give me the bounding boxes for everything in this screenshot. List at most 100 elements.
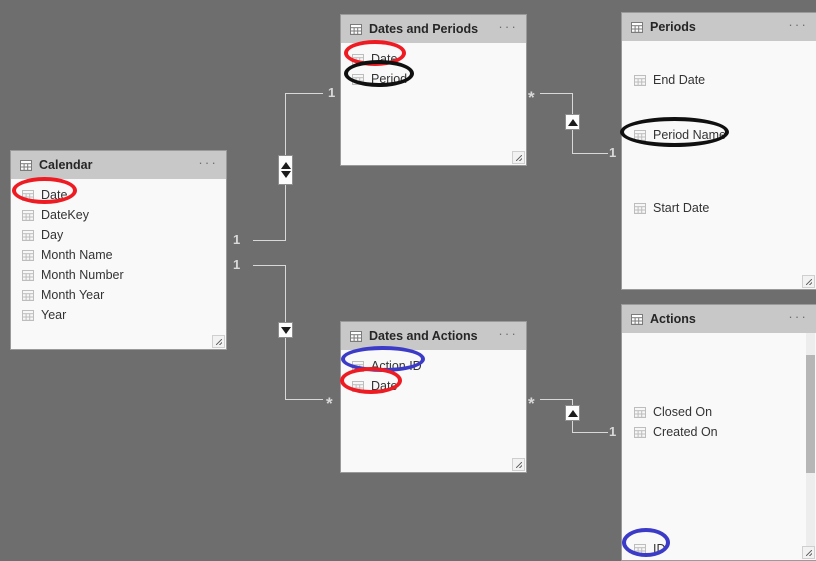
table-grid-icon [350,23,362,35]
actions-vertical-scrollbar[interactable] [806,333,815,558]
table-card-periods[interactable]: Periods ··· End Date Period Name Start D… [621,12,816,290]
table-header-periods[interactable]: Periods ··· [622,13,816,41]
table-title-actions: Actions [650,312,696,326]
ellipsis-more-icon[interactable]: ··· [498,327,518,344]
column-label: Day [41,228,64,242]
relationship-line-calendar-dates-actions-seg1[interactable] [253,265,285,266]
table-header-calendar[interactable]: Calendar ··· [11,151,226,179]
relationship-line-calendar-dates-periods-seg3[interactable] [285,93,323,94]
cross-filter-badge-up-periods[interactable] [565,114,580,130]
arrow-up-icon [280,162,291,169]
column-grid-icon [634,426,646,438]
column-row[interactable]: Period Name [622,125,816,145]
relationship-line-dates-actions-actions-seg1[interactable] [540,399,572,400]
column-row[interactable]: Year [11,305,226,325]
scrollbar-thumb[interactable] [806,355,815,473]
column-row[interactable]: Month Number [11,265,226,285]
column-grid-icon [352,73,364,85]
resize-grip-icon[interactable] [512,458,525,471]
arrow-down-icon [280,171,291,178]
column-grid-icon [352,360,364,372]
column-row[interactable]: Created On [622,422,816,442]
column-label: DateKey [41,208,89,222]
column-row[interactable]: Closed On [622,402,816,422]
cross-filter-badge-up-actions[interactable] [565,405,580,421]
table-grid-icon [631,313,643,325]
column-row[interactable]: Day [11,225,226,245]
column-grid-icon [634,543,646,555]
column-row[interactable]: Date [341,376,526,396]
column-label: Closed On [653,405,713,419]
column-row[interactable]: DateKey [11,205,226,225]
relationship-line-dates-actions-actions-seg3[interactable] [572,432,608,433]
table-body-actions: Closed On Created On ID [622,333,816,559]
table-header-dates-and-actions[interactable]: Dates and Actions ··· [341,322,526,350]
resize-grip-icon[interactable] [512,151,525,164]
column-row[interactable]: Start Date [622,198,816,218]
cardinality-dates-periods-periods-right: 1 [609,145,617,160]
table-card-dates-and-actions[interactable]: Dates and Actions ··· Action ID Date [340,321,527,473]
column-grid-icon [22,249,34,261]
column-grid-icon [634,74,646,86]
column-row[interactable]: Month Year [11,285,226,305]
column-label: Period [371,72,408,86]
arrow-down-icon [280,326,291,334]
resize-grip-icon[interactable] [212,335,225,348]
cardinality-calendar-dates-actions-right: * [326,394,333,413]
table-title-dates-and-actions: Dates and Actions [369,329,478,343]
column-grid-icon [634,202,646,214]
table-body-periods: End Date Period Name Start Date [622,41,816,218]
ellipsis-more-icon[interactable]: ··· [198,156,218,173]
column-row[interactable]: Date [341,49,526,69]
column-label: Action ID [371,359,422,373]
column-grid-icon [22,289,34,301]
column-grid-icon [22,209,34,221]
relationship-line-calendar-dates-periods-seg1[interactable] [253,240,285,241]
column-row[interactable]: Action ID [341,356,526,376]
column-grid-icon [22,309,34,321]
column-label: Year [41,308,67,322]
table-header-dates-and-periods[interactable]: Dates and Periods ··· [341,15,526,43]
resize-grip-icon[interactable] [802,275,815,288]
column-label: Start Date [653,201,710,215]
column-label: Month Name [41,248,113,262]
column-grid-icon [22,189,34,201]
cardinality-calendar-dates-periods-right: 1 [328,85,336,100]
column-grid-icon [634,129,646,141]
ellipsis-more-icon[interactable]: ··· [788,18,808,35]
column-row[interactable]: Month Name [11,245,226,265]
column-label: Date [371,379,398,393]
table-card-calendar[interactable]: Calendar ··· Date DateKey Day Month Name [10,150,227,350]
table-title-dates-and-periods: Dates and Periods [369,22,479,36]
column-label: Date [371,52,398,66]
cardinality-dates-periods-periods-left: * [528,88,535,107]
cardinality-dates-actions-actions-right: 1 [609,424,617,439]
arrow-up-icon [567,409,578,417]
column-label: Created On [653,425,718,439]
relationship-line-dates-periods-periods-seg3[interactable] [572,153,608,154]
table-card-actions[interactable]: Actions ··· Closed On Created On ID [621,304,816,561]
table-grid-icon [631,21,643,33]
column-row[interactable]: Date [11,185,226,205]
resize-grip-icon[interactable] [802,546,815,559]
cross-filter-badge-bidirectional[interactable] [278,155,293,185]
relationship-line-dates-periods-periods-seg1[interactable] [540,93,572,94]
table-card-dates-and-periods[interactable]: Dates and Periods ··· Date Period [340,14,527,166]
column-row[interactable]: End Date [622,70,816,90]
model-diagram-canvas[interactable]: 1 1 1 * * 1 * 1 Calendar ··· Date DateKe… [0,0,816,561]
table-title-periods: Periods [650,20,696,34]
column-label: End Date [653,73,706,87]
column-label: Month Year [41,288,105,302]
relationship-line-calendar-dates-actions-seg3[interactable] [285,399,323,400]
column-label: Date [41,188,68,202]
ellipsis-more-icon[interactable]: ··· [788,310,808,327]
column-row[interactable]: ID [622,539,816,559]
column-label: ID [653,542,666,556]
cross-filter-badge-down[interactable] [278,322,293,338]
column-grid-icon [22,269,34,281]
ellipsis-more-icon[interactable]: ··· [498,20,518,37]
table-header-actions[interactable]: Actions ··· [622,305,816,333]
table-body-calendar: Date DateKey Day Month Name Month Number… [11,179,226,325]
column-row[interactable]: Period [341,69,526,89]
column-label: Month Number [41,268,124,282]
